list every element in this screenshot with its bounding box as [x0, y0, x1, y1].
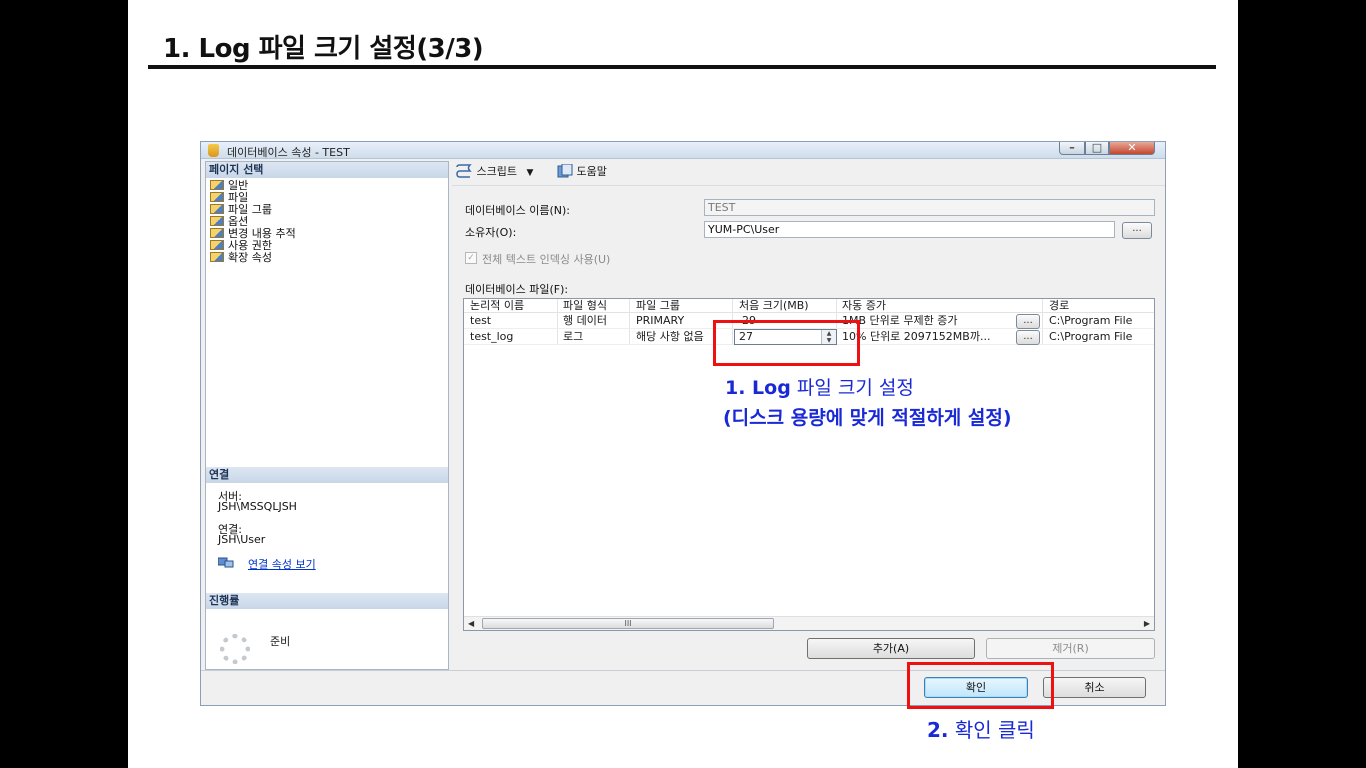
owner-field[interactable]: YUM-PC\User: [704, 221, 1115, 238]
connection-header: 연결: [206, 467, 448, 483]
progress-header: 진행률: [206, 593, 448, 609]
database-icon: [208, 144, 219, 157]
ok-highlight-box: [907, 662, 1054, 709]
annotation-step1-detail: (디스크 용량에 맞게 적절하게 설정): [723, 407, 1012, 429]
cell-logical-name: test_log: [470, 330, 514, 343]
dropdown-arrow-icon: ▼: [526, 168, 534, 178]
database-properties-dialog: 데이터베이스 속성 - TEST – □ ✕ 페이지 선택 일반 파일 파일 그…: [200, 141, 1166, 706]
page-icon: [210, 204, 224, 214]
scroll-right-icon[interactable]: ▶: [1144, 617, 1150, 630]
minimize-button[interactable]: –: [1059, 142, 1085, 155]
cell-logical-name: test: [470, 314, 492, 327]
close-icon: ✕: [1127, 141, 1137, 154]
horizontal-scrollbar[interactable]: ◀ III ▶: [464, 616, 1154, 630]
scroll-left-icon[interactable]: ◀: [468, 617, 474, 630]
close-button[interactable]: ✕: [1109, 142, 1155, 155]
help-icon: [557, 163, 573, 178]
nav-item-extended-properties[interactable]: 확장 속성: [210, 252, 272, 264]
db-name-field[interactable]: TEST: [704, 199, 1155, 216]
page-icon: [210, 216, 224, 226]
progress-status: 준비: [270, 635, 291, 648]
cell-file-type: 로그: [563, 330, 584, 343]
page-icon: [210, 192, 224, 202]
slide: 1. Log 파일 크기 설정(3/3) 데이터베이스 속성 - TEST – …: [128, 0, 1238, 768]
script-button[interactable]: 스크립트 ▼: [455, 164, 533, 181]
cell-filegroup: 해당 사항 없음: [636, 330, 704, 343]
cell-filegroup: PRIMARY: [636, 314, 685, 327]
db-name-label: 데이터베이스 이름(N):: [465, 204, 570, 217]
window-titlebar[interactable]: 데이터베이스 속성 - TEST – □ ✕: [201, 142, 1165, 159]
column-header-path[interactable]: 경로: [1049, 299, 1069, 313]
cell-path: C:\Program File: [1049, 314, 1133, 327]
fulltext-label: 전체 텍스트 인덱싱 사용(U): [482, 253, 611, 266]
page-icon: [210, 228, 224, 238]
connection-value: JSH\User: [218, 533, 266, 546]
owner-label: 소유자(O):: [465, 226, 517, 239]
annotation-step2: 2. 확인 클릭: [927, 718, 1035, 742]
maximize-button[interactable]: □: [1085, 142, 1109, 155]
cancel-button[interactable]: 취소: [1043, 677, 1146, 698]
toolbar-separator: [452, 185, 1165, 186]
page-icon: [210, 240, 224, 250]
cell-file-type: 행 데이터: [563, 314, 607, 327]
left-pane: 페이지 선택 일반 파일 파일 그룹 옵션 변경 내용 추적 사용 권한 확장 …: [205, 161, 449, 670]
grid-header: 논리적 이름 파일 형식 파일 그룹 처음 크기(MB) 자동 증가 경로: [464, 299, 1154, 313]
maximize-icon: □: [1091, 141, 1103, 154]
slide-title: 1. Log 파일 크기 설정(3/3): [163, 34, 484, 64]
help-button[interactable]: 도움말: [557, 163, 607, 180]
cell-autogrowth: 1MB 단위로 무제한 증가: [842, 314, 958, 327]
add-button[interactable]: 추가(A): [807, 638, 975, 659]
column-header-filegroup[interactable]: 파일 그룹: [636, 299, 680, 313]
autogrowth-browse-button[interactable]: ...: [1016, 330, 1040, 345]
window-title: 데이터베이스 속성 - TEST: [227, 146, 350, 159]
scroll-thumb[interactable]: III: [482, 618, 774, 629]
column-header-initial-size[interactable]: 처음 크기(MB): [739, 299, 809, 313]
progress-spinner-icon: [220, 634, 250, 664]
remove-button[interactable]: 제거(R): [986, 638, 1155, 659]
fulltext-checkbox[interactable]: ✓: [465, 252, 477, 264]
column-header-autogrowth[interactable]: 자동 증가: [842, 299, 886, 313]
cell-autogrowth: 10% 단위로 2097152MB까...: [842, 330, 991, 343]
title-underline: [148, 65, 1216, 69]
db-files-label: 데이터베이스 파일(F):: [465, 283, 569, 296]
column-header-file-type[interactable]: 파일 형식: [563, 299, 607, 313]
page-icon: [210, 252, 224, 262]
owner-browse-button[interactable]: ...: [1122, 222, 1152, 239]
autogrowth-browse-button[interactable]: ...: [1016, 314, 1040, 329]
size-highlight-box: [713, 320, 860, 366]
page-icon: [210, 180, 224, 190]
cell-path: C:\Program File: [1049, 330, 1133, 343]
column-header-logical-name[interactable]: 논리적 이름: [470, 299, 524, 313]
annotation-step1: 1. Log 파일 크기 설정: [725, 377, 914, 399]
server-value: JSH\MSSQLJSH: [218, 500, 297, 513]
connection-properties-icon: [218, 557, 234, 568]
minimize-icon: –: [1069, 141, 1075, 154]
view-connection-properties-link[interactable]: 연결 속성 보기: [248, 556, 316, 572]
page-select-header: 페이지 선택: [206, 162, 448, 178]
script-icon: [456, 164, 472, 178]
